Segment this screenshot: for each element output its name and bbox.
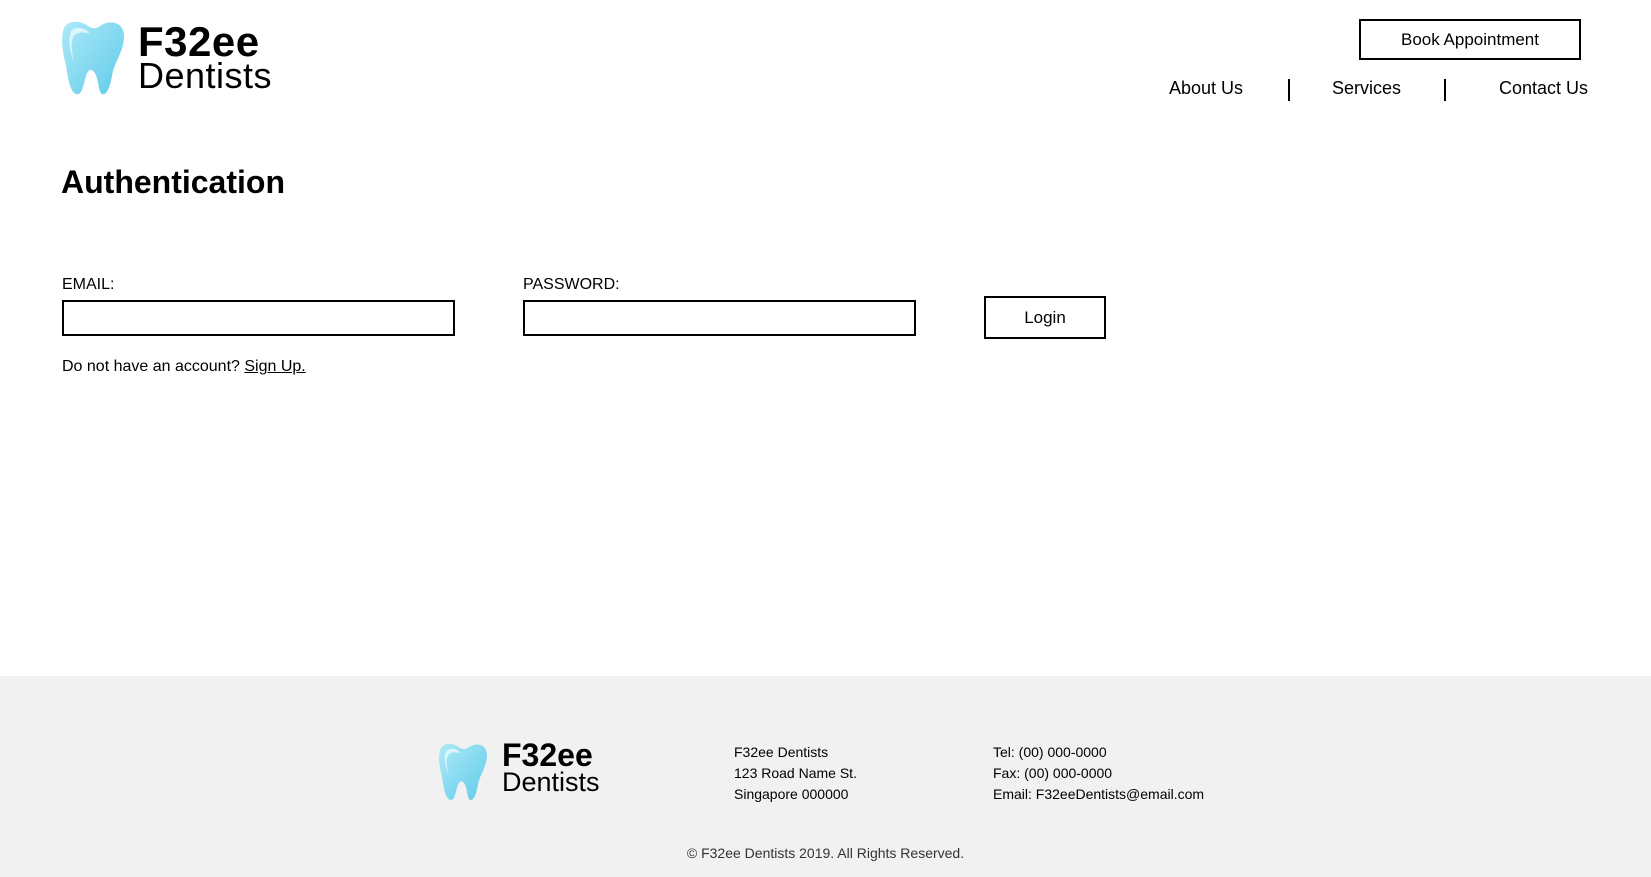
footer-address-line: Singapore 000000 (734, 786, 849, 802)
footer-logo[interactable]: F32ee Dentists (436, 738, 616, 808)
header-logo[interactable]: F32ee Dentists (58, 18, 278, 98)
nav-divider (1444, 79, 1446, 101)
brand-subtitle: Dentists (138, 55, 273, 96)
signup-link[interactable]: Sign Up. (244, 358, 305, 375)
book-appointment-button[interactable]: Book Appointment (1359, 19, 1581, 60)
page-title: Authentication (61, 164, 285, 200)
nav-services[interactable]: Services (1332, 78, 1401, 99)
nav-about-us[interactable]: About Us (1169, 78, 1243, 99)
email-label: EMAIL: (62, 276, 115, 293)
signup-prompt-line: Do not have an account? Sign Up. (62, 358, 306, 376)
nav-divider (1288, 79, 1290, 101)
footer-address: F32ee Dentists 123 Road Name St. Singapo… (734, 742, 857, 805)
footer-brand-subtitle: Dentists (502, 767, 600, 797)
footer-email[interactable]: Email: F32eeDentists@email.com (993, 784, 1204, 805)
tooth-icon (439, 744, 487, 801)
footer-tel: Tel: (00) 000-0000 (993, 744, 1107, 760)
footer-address-line: 123 Road Name St. (734, 765, 857, 781)
tooth-icon (62, 21, 124, 95)
password-field[interactable] (523, 300, 916, 336)
login-button[interactable]: Login (984, 296, 1106, 339)
footer-fax: Fax: (00) 000-0000 (993, 765, 1113, 781)
email-field[interactable] (62, 300, 455, 336)
footer-address-line: F32ee Dentists (734, 744, 829, 760)
nav-contact-us[interactable]: Contact Us (1499, 78, 1588, 99)
footer-copyright: © F32ee Dentists 2019. All Rights Reserv… (686, 845, 965, 861)
password-label: PASSWORD: (523, 276, 620, 293)
signup-prompt-text: Do not have an account? (62, 358, 240, 375)
footer-contact: Tel: (00) 000-0000 Fax: (00) 000-0000 Em… (993, 742, 1204, 805)
